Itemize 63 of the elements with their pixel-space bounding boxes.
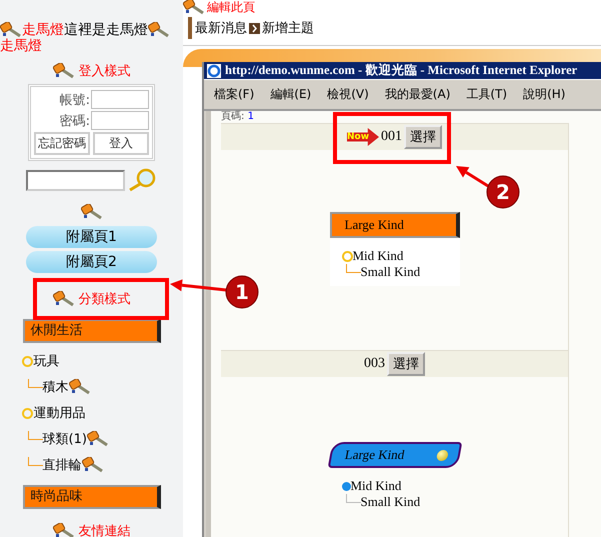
ring-icon — [22, 356, 32, 367]
style-number: 003 — [364, 356, 385, 372]
category-banner[interactable]: 時尚品味 — [22, 485, 160, 510]
mid-kind-item: Mid Kind — [352, 248, 404, 264]
login-heading: 登入樣式 — [78, 63, 130, 80]
input-field[interactable] — [91, 111, 149, 130]
category-heading: 分類樣式 — [78, 291, 130, 308]
hammer-icon — [80, 204, 102, 220]
field-label: 帳號: — [60, 92, 90, 109]
subcategory-item[interactable]: 直排輪 — [42, 456, 82, 474]
mid-kind-item: Mid Kind — [350, 478, 402, 494]
hammer-icon — [86, 431, 109, 448]
callout-badge: 2 — [486, 176, 520, 208]
ring-icon — [342, 250, 352, 262]
hammer-icon — [68, 379, 90, 396]
category-banner[interactable]: 休閒生活 — [22, 319, 160, 344]
edit-page-link[interactable]: 編輯此頁 — [207, 0, 255, 16]
subcategory-item[interactable]: 積木 — [42, 378, 68, 396]
small-kind-item: Small Kind — [360, 264, 420, 280]
menu-item[interactable]: 檢視(V) — [327, 86, 369, 103]
page-button[interactable]: 附屬頁2 — [26, 251, 157, 274]
hammer-icon — [0, 22, 22, 38]
breadcrumb-link[interactable]: 最新消息 — [195, 19, 247, 37]
search-field[interactable] — [26, 170, 125, 191]
hammer-icon — [148, 22, 170, 38]
ring-icon — [22, 408, 32, 419]
small-kind-item: Small Kind — [360, 494, 420, 510]
dot-icon — [342, 482, 350, 490]
select-button[interactable]: 選擇 — [387, 352, 425, 376]
field-label: 密碼: — [60, 112, 90, 130]
callout-arrow — [456, 166, 489, 188]
select-button[interactable]: 選擇 — [404, 125, 442, 149]
hammer-icon — [52, 291, 74, 308]
style-number: 001 — [381, 129, 402, 145]
page-button[interactable]: 附屬頁1 — [26, 226, 157, 248]
login-button[interactable]: 登入 — [93, 132, 149, 156]
hammer-icon — [52, 523, 74, 537]
hammer-icon — [52, 63, 74, 80]
marquee-text: 走馬燈 — [22, 22, 64, 38]
subcategory-item[interactable]: 球類(1) — [42, 430, 87, 448]
callout-arrow — [170, 279, 226, 292]
menu-item[interactable]: 編輯(E) — [270, 86, 312, 103]
search-icon[interactable] — [127, 168, 157, 192]
category-item[interactable]: 玩具 — [34, 352, 60, 370]
page-label: 頁碼: — [221, 111, 244, 122]
category-item[interactable]: 運動用品 — [34, 404, 86, 422]
input-field[interactable] — [91, 90, 149, 110]
forgot-password-button[interactable]: 忘記密碼 — [34, 132, 90, 156]
callout-badge: 1 — [226, 276, 258, 308]
menu-item[interactable]: 我的最愛(A) — [384, 86, 450, 103]
marquee-text: 走馬燈 — [0, 38, 42, 54]
ribbon-banner: Large Kind — [330, 212, 460, 238]
menu-item[interactable]: 檔案(F) — [214, 86, 254, 103]
menu-item[interactable]: 說明(H) — [523, 86, 566, 103]
capsule-banner: Large Kind — [327, 442, 462, 468]
marquee-text: 這裡是走馬燈 — [64, 22, 148, 38]
window-title: http://demo.wunme.com - 歡迎光臨 - Microsoft Internet Explorer — [225, 62, 578, 79]
breadcrumb-link[interactable]: 新增主題 — [262, 19, 314, 37]
hammer-icon — [183, 0, 205, 15]
page-link[interactable]: 1 — [248, 111, 254, 122]
links-heading[interactable]: 友情連結 — [78, 522, 130, 537]
menu-item[interactable]: 工具(T) — [466, 86, 508, 103]
hammer-icon — [82, 457, 104, 474]
